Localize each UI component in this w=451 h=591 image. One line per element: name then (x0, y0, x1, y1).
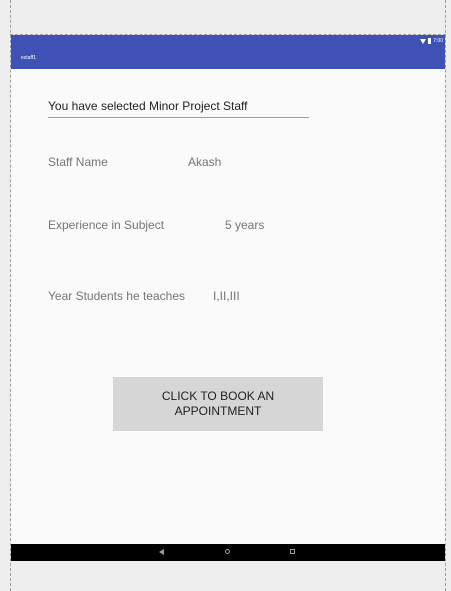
status-time: 7:00 (433, 38, 443, 44)
book-appointment-button[interactable]: CLICK TO BOOK AN APPOINTMENT (113, 377, 323, 431)
home-icon[interactable] (225, 549, 230, 554)
app-bar: estaff1 (11, 47, 445, 69)
device-screen: 7:00 estaff1 You have selected Minor Pro… (11, 35, 445, 561)
selected-staff-field[interactable]: You have selected Minor Project Staff (48, 95, 309, 118)
experience-label: Experience in Subject (48, 218, 165, 232)
recents-icon[interactable] (290, 549, 295, 554)
experience-value: 5 years (225, 218, 265, 232)
battery-icon (428, 38, 432, 44)
back-icon[interactable] (159, 549, 164, 555)
year-students-label: Year Students he teaches (48, 289, 185, 303)
status-icons: 7:00 (420, 36, 443, 46)
guide-right (445, 0, 446, 591)
staff-name-label: Staff Name (48, 155, 108, 169)
main-content: You have selected Minor Project Staff St… (11, 69, 445, 544)
status-bar: 7:00 (11, 35, 445, 47)
wifi-icon (420, 38, 427, 44)
screen-canvas: 7:00 estaff1 You have selected Minor Pro… (0, 0, 451, 591)
app-title: estaff1 (21, 55, 36, 61)
staff-name-value: Akash (188, 155, 222, 169)
navigation-bar (11, 544, 445, 561)
year-students-value: I,II,III (213, 289, 240, 303)
